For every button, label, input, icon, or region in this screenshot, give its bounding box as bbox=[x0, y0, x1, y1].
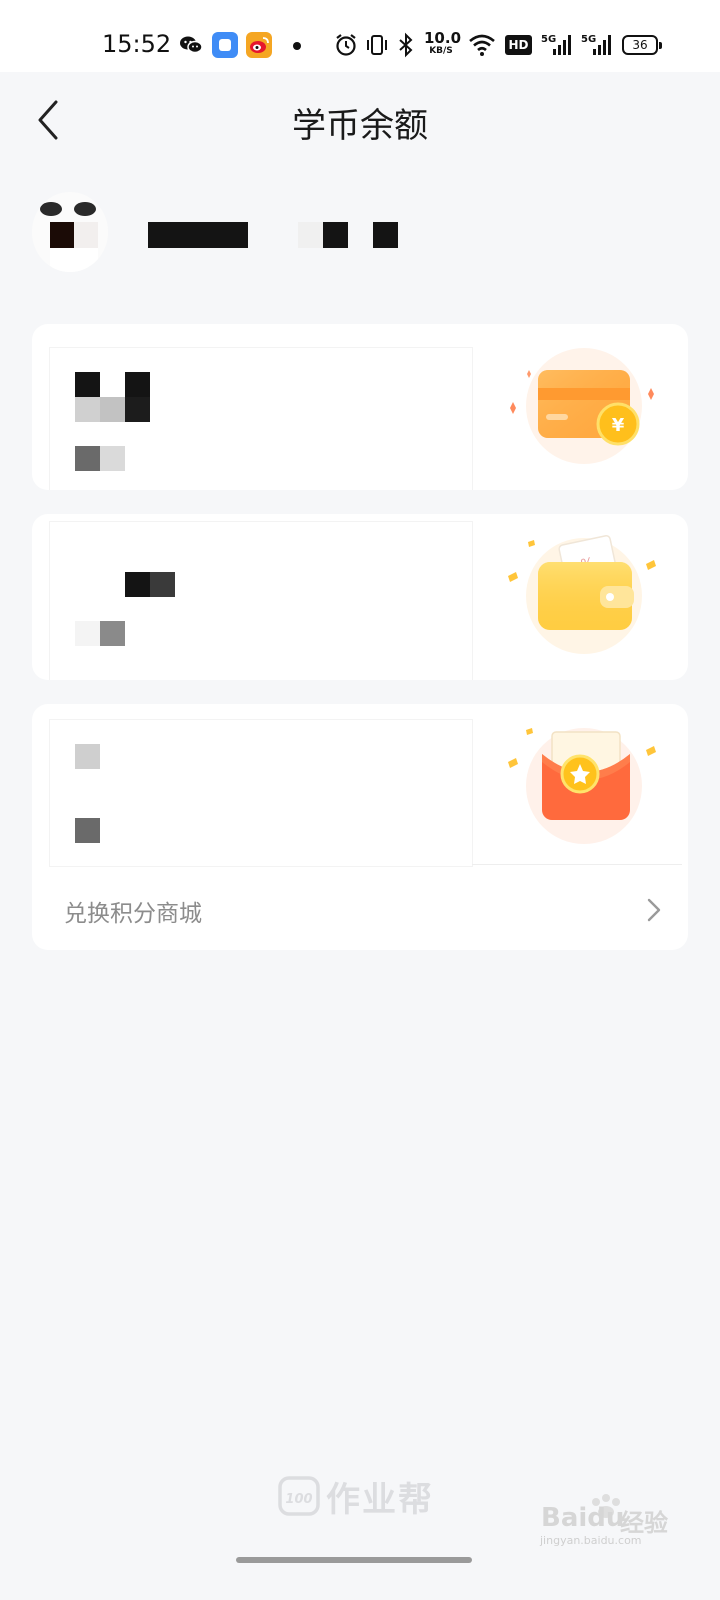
svg-text:¥: ¥ bbox=[612, 415, 625, 436]
red-packet-card[interactable]: 兑换积分商城 bbox=[32, 704, 688, 950]
user-name bbox=[148, 222, 408, 250]
app-icon bbox=[212, 32, 238, 58]
status-time: 15:52 bbox=[102, 30, 172, 58]
weibo-icon bbox=[246, 32, 272, 58]
watermark-jingyan: 经验 bbox=[620, 1509, 668, 1537]
card-content-blurred bbox=[50, 522, 472, 680]
page-title: 学币余额 bbox=[292, 106, 428, 146]
watermark-url: jingyan.baidu.com bbox=[540, 1534, 642, 1547]
wallet-icon: % bbox=[500, 534, 664, 662]
divider bbox=[472, 864, 682, 865]
svg-text:5G: 5G bbox=[541, 34, 556, 45]
vibrate-icon bbox=[366, 32, 388, 62]
home-indicator[interactable] bbox=[236, 1557, 472, 1563]
wechat-icon bbox=[178, 32, 204, 58]
wallet-card[interactable]: % bbox=[32, 514, 688, 680]
signal-icon: 5G bbox=[541, 32, 575, 62]
card-content-blurred bbox=[50, 348, 472, 490]
bluetooth-icon bbox=[397, 32, 415, 62]
avatar[interactable] bbox=[32, 192, 108, 272]
alarm-icon bbox=[334, 32, 358, 62]
brand-logo-icon: 100 bbox=[278, 1476, 320, 1516]
coin-balance-card[interactable]: ¥ bbox=[32, 324, 688, 490]
svg-text:100: 100 bbox=[285, 1492, 312, 1507]
chevron-right-icon bbox=[646, 896, 662, 928]
signal-icon: 5G bbox=[581, 32, 615, 62]
battery-icon: 36 bbox=[622, 35, 662, 55]
notification-dot-icon bbox=[293, 42, 301, 50]
exchange-points-mall-link[interactable]: 兑换积分商城 bbox=[32, 870, 688, 950]
bank-card-coin-icon: ¥ bbox=[500, 344, 664, 472]
red-envelope-icon bbox=[500, 724, 664, 852]
brand-name: 作业帮 bbox=[326, 1480, 434, 1520]
wifi-icon bbox=[468, 32, 496, 62]
card-content-blurred bbox=[50, 720, 472, 866]
watermark-baidu: Baidu bbox=[541, 1503, 625, 1533]
net-speed: 10.0 KB/S bbox=[424, 29, 462, 57]
svg-text:5G: 5G bbox=[581, 34, 596, 45]
net-speed-unit: KB/S bbox=[429, 46, 453, 56]
hd-icon: HD bbox=[505, 35, 532, 55]
net-speed-value: 10.0 bbox=[424, 29, 462, 47]
status-bar: 15:52 10.0 KB/S HD 5G 5G 36 bbox=[0, 0, 720, 72]
mall-link-label: 兑换积分商城 bbox=[64, 901, 202, 927]
